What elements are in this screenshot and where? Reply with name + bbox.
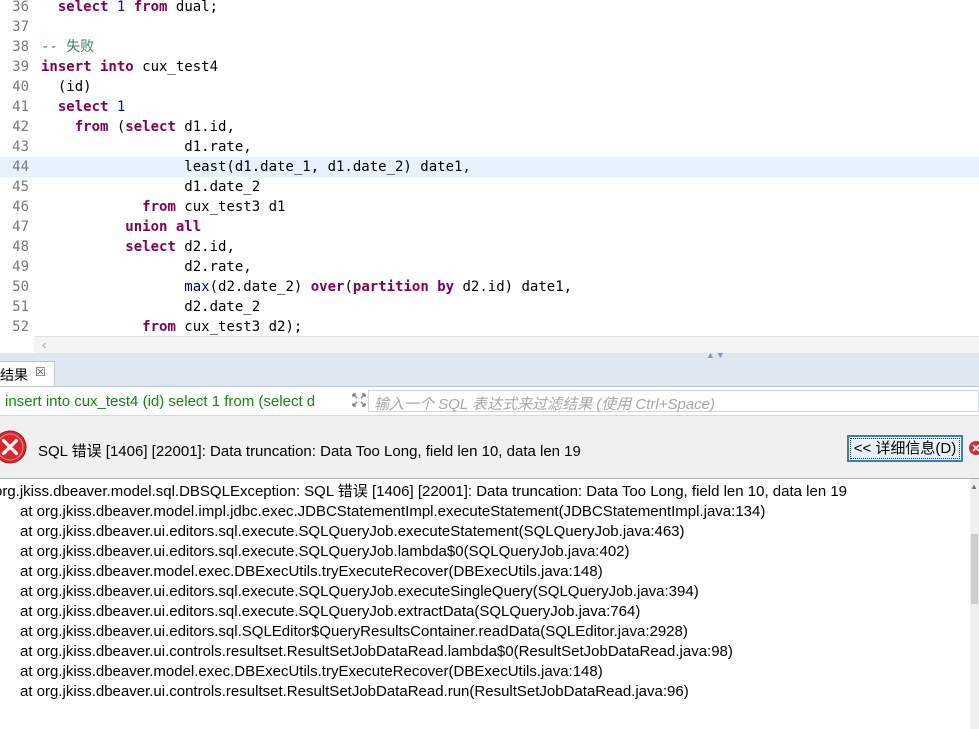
code-line[interactable]: 47 union all xyxy=(0,217,979,237)
code-line[interactable]: 50 max(d2.date_2) over(partition by d2.i… xyxy=(0,277,979,297)
line-number: 38 xyxy=(12,39,29,55)
code-text[interactable]: d1.date_2 xyxy=(41,177,260,197)
code-line[interactable]: 37 xyxy=(0,17,979,37)
line-number: 50 xyxy=(12,279,29,295)
code-text[interactable]: max(d2.date_2) over(partition by d2.id) … xyxy=(41,277,572,297)
scroll-left-icon[interactable]: ‹ xyxy=(42,337,46,353)
results-tabbar: 结果 ☒ xyxy=(0,361,979,387)
filter-placeholder: 输入一个 SQL 表达式来过滤结果 (使用 Ctrl+Space) xyxy=(374,396,716,413)
stacktrace-view[interactable]: org.jkiss.dbeaver.model.sql.DBSQLExcepti… xyxy=(0,478,970,729)
code-text[interactable]: (id) xyxy=(41,77,92,97)
expand-icon[interactable] xyxy=(351,392,367,408)
line-number: 41 xyxy=(12,99,29,115)
stacktrace-scrollbar[interactable]: ▲ xyxy=(970,478,979,729)
code-line[interactable]: 49 d2.rate, xyxy=(0,257,979,277)
code-text[interactable]: d2.date_2 xyxy=(41,297,260,317)
code-line[interactable]: 43 d1.rate, xyxy=(0,137,979,157)
code-line[interactable]: 39 insert into cux_test4 xyxy=(0,57,979,77)
query-text[interactable]: insert into cux_test4 (id) select 1 from… xyxy=(5,393,345,410)
line-number: 39 xyxy=(12,59,29,75)
code-text[interactable]: select 1 from dual; xyxy=(41,0,218,17)
stacktrace-frame: at org.jkiss.dbeaver.ui.controls.results… xyxy=(20,683,689,700)
line-number: 47 xyxy=(12,219,29,235)
stacktrace-exception: org.jkiss.dbeaver.model.sql.DBSQLExcepti… xyxy=(0,483,848,500)
code-line[interactable]: 41 select 1 xyxy=(0,97,979,117)
stacktrace-frame: at org.jkiss.dbeaver.ui.editors.sql.exec… xyxy=(20,523,685,540)
code-line[interactable]: 40 (id) xyxy=(0,77,979,97)
code-text[interactable]: d2.rate, xyxy=(41,257,251,277)
stacktrace-frame: at org.jkiss.dbeaver.ui.editors.sql.exec… xyxy=(20,583,699,600)
line-number: 44 xyxy=(12,159,29,175)
error-icon xyxy=(0,430,27,464)
code-line[interactable]: 51 d2.date_2 xyxy=(0,297,979,317)
code-line[interactable]: 44 least(d1.date_1, d1.date_2) date1, xyxy=(0,157,979,177)
code-text[interactable]: d1.rate, xyxy=(41,137,251,157)
stacktrace-frame: at org.jkiss.dbeaver.model.impl.jdbc.exe… xyxy=(20,503,766,520)
filter-bar: insert into cux_test4 (id) select 1 from… xyxy=(0,387,979,416)
scrollbar-thumb[interactable] xyxy=(971,534,978,604)
scroll-up-icon[interactable]: ▲ xyxy=(970,482,978,491)
error-panel: SQL 错误 [1406] [22001]: Data truncation: … xyxy=(0,416,979,729)
close-icon[interactable]: ☒ xyxy=(35,365,46,379)
line-number: 42 xyxy=(12,119,29,135)
line-number: 36 xyxy=(12,0,29,15)
details-button[interactable]: << 详细信息(D) xyxy=(847,435,963,462)
tab-results-label: 结果 xyxy=(0,367,28,383)
filter-input[interactable]: 输入一个 SQL 表达式来过滤结果 (使用 Ctrl+Space) xyxy=(368,390,979,413)
maximize-panel-icon[interactable]: ▲▼ xyxy=(706,350,726,360)
stacktrace-frame: at org.jkiss.dbeaver.ui.editors.sql.exec… xyxy=(20,543,630,560)
panel-sash[interactable]: ▲▼ xyxy=(0,350,979,361)
code-line[interactable]: 46 from cux_test3 d1 xyxy=(0,197,979,217)
code-text[interactable]: insert into cux_test4 xyxy=(41,57,218,77)
line-number: 51 xyxy=(12,299,29,315)
stacktrace-frame: at org.jkiss.dbeaver.ui.editors.sql.exec… xyxy=(20,603,641,620)
code-line[interactable]: 52 from cux_test3 d2); xyxy=(0,317,979,336)
code-line[interactable]: 38 -- 失败 xyxy=(0,37,979,57)
code-line[interactable]: 48 select d2.id, xyxy=(0,237,979,257)
line-number: 37 xyxy=(12,19,29,35)
stacktrace-frame: at org.jkiss.dbeaver.ui.controls.results… xyxy=(20,643,733,660)
line-number: 49 xyxy=(12,259,29,275)
code-text[interactable]: select d2.id, xyxy=(41,237,235,257)
code-line[interactable]: 36 select 1 from dual; xyxy=(0,0,979,17)
code-text[interactable]: union all xyxy=(41,217,201,237)
code-text[interactable]: select 1 xyxy=(41,97,125,117)
code-text[interactable]: least(d1.date_1, d1.date_2) date1, xyxy=(41,157,471,177)
line-number: 40 xyxy=(12,79,29,95)
line-number: 52 xyxy=(12,319,29,335)
code-line[interactable]: 42 from (select d1.id, xyxy=(0,117,979,137)
code-text[interactable]: from cux_test3 d1 xyxy=(41,197,285,217)
code-text[interactable]: from cux_test3 d2); xyxy=(41,317,302,336)
line-number: 46 xyxy=(12,199,29,215)
line-number: 48 xyxy=(12,239,29,255)
line-number: 45 xyxy=(12,179,29,195)
stacktrace-frame: at org.jkiss.dbeaver.ui.editors.sql.SQLE… xyxy=(20,623,688,640)
line-number: 43 xyxy=(12,139,29,155)
stacktrace-frame: at org.jkiss.dbeaver.model.exec.DBExecUt… xyxy=(20,663,603,680)
code-text[interactable]: from (select d1.id, xyxy=(41,117,235,137)
stacktrace-frame: at org.jkiss.dbeaver.model.exec.DBExecUt… xyxy=(20,563,603,580)
editor-horizontal-scrollbar[interactable]: ‹ xyxy=(34,336,979,354)
copy-error-icon[interactable] xyxy=(967,438,979,458)
error-message: SQL 错误 [1406] [22001]: Data truncation: … xyxy=(38,443,581,460)
tab-results[interactable]: 结果 ☒ xyxy=(0,361,55,386)
sql-editor[interactable]: 36 select 1 from dual; 37 38 -- 失败 39 insert … xyxy=(0,0,979,336)
code-text[interactable]: -- 失败 xyxy=(41,37,94,57)
code-line[interactable]: 45 d1.date_2 xyxy=(0,177,979,197)
